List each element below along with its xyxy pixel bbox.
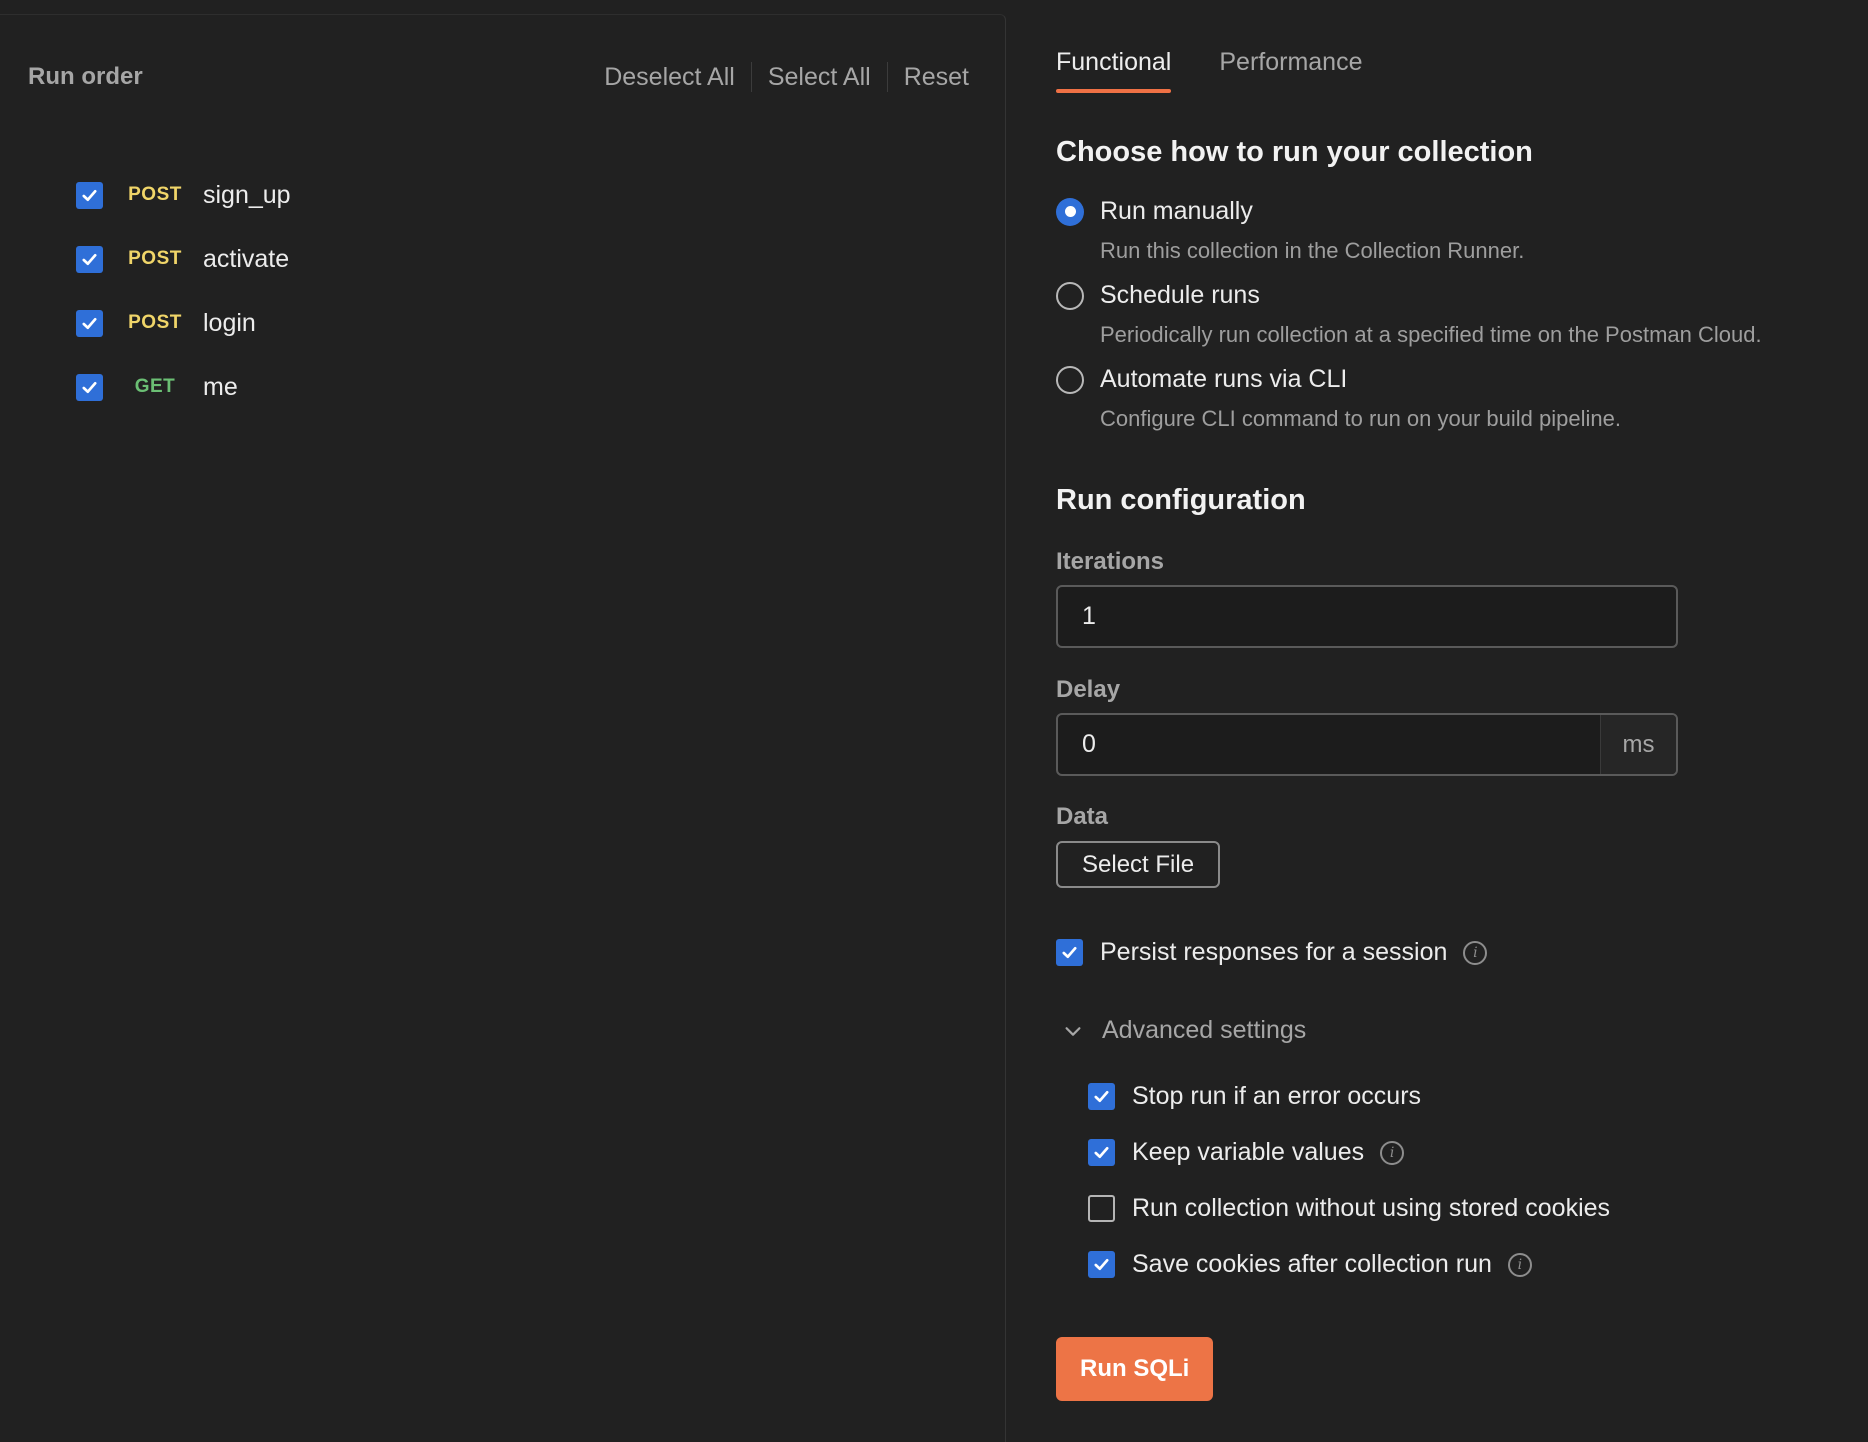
checkmark-icon: [82, 189, 97, 201]
iterations-input[interactable]: [1058, 587, 1676, 646]
info-icon[interactable]: i: [1507, 1252, 1532, 1277]
option-label: Automate runs via CLI: [1100, 365, 1348, 393]
keep-variable-values-option[interactable]: Keep variable values i: [1088, 1138, 1405, 1167]
run-order-actions: Deselect All Select All Reset: [588, 62, 969, 92]
run-order-header: Run order Deselect All Select All Reset: [28, 57, 969, 97]
stop-on-error-label: Stop run if an error occurs: [1132, 1082, 1422, 1110]
keep-variable-values-checkbox[interactable]: [1088, 1139, 1115, 1166]
option-label: Run manually: [1100, 197, 1253, 225]
request-checkbox[interactable]: [76, 309, 103, 337]
run-order-title: Run order: [28, 63, 143, 90]
keep-variable-values-label: Keep variable values: [1132, 1138, 1365, 1166]
checkmark-icon: [1094, 1258, 1109, 1271]
select-all-button[interactable]: Select All: [752, 62, 888, 92]
stop-on-error-checkbox[interactable]: [1088, 1083, 1115, 1110]
checkmark-icon: [1094, 1090, 1109, 1103]
delay-input[interactable]: [1058, 715, 1600, 774]
request-name: me: [203, 372, 238, 401]
run-settings-panel: Functional Performance Choose how to run…: [1056, 0, 1856, 1442]
select-file-button[interactable]: Select File: [1056, 841, 1221, 888]
info-icon[interactable]: i: [1380, 1140, 1405, 1165]
option-run-manually[interactable]: Run manually Run this collection in the …: [1056, 197, 1524, 264]
option-schedule-runs[interactable]: Schedule runs Periodically run collectio…: [1056, 281, 1762, 348]
option-description: Configure CLI command to run on your bui…: [1100, 406, 1621, 431]
tab-performance[interactable]: Performance: [1219, 48, 1362, 93]
request-checkbox[interactable]: [76, 245, 103, 273]
option-description: Periodically run collection at a specifi…: [1100, 322, 1762, 347]
option-description: Run this collection in the Collection Ru…: [1100, 238, 1525, 263]
advanced-settings-label: Advanced settings: [1102, 1016, 1307, 1044]
run-mode-tabs: Functional Performance: [1056, 48, 1410, 93]
run-button[interactable]: Run SQLi: [1056, 1337, 1214, 1401]
delay-unit: ms: [1600, 715, 1676, 774]
request-item-login[interactable]: POST login: [76, 291, 291, 355]
request-checkbox[interactable]: [76, 181, 103, 209]
checkmark-icon: [82, 317, 97, 329]
no-stored-cookies-label: Run collection without using stored cook…: [1132, 1194, 1611, 1222]
method-badge: POST: [128, 312, 182, 333]
method-badge: POST: [128, 248, 182, 269]
radio-button[interactable]: [1056, 365, 1084, 394]
save-cookies-option[interactable]: Save cookies after collection run i: [1088, 1250, 1532, 1279]
run-configuration-title: Run configuration: [1056, 484, 1306, 516]
option-automate-cli[interactable]: Automate runs via CLI Configure CLI comm…: [1056, 365, 1621, 432]
delay-label: Delay: [1056, 676, 1121, 703]
advanced-settings-toggle[interactable]: Advanced settings: [1062, 1016, 1306, 1045]
checkmark-icon: [1062, 946, 1077, 959]
chevron-down-icon: [1065, 1026, 1081, 1036]
request-item-sign-up[interactable]: POST sign_up: [76, 163, 291, 227]
request-item-me[interactable]: GET me: [76, 355, 291, 419]
data-label: Data: [1056, 803, 1109, 830]
request-list: POST sign_up POST activate POST login GE…: [76, 163, 291, 419]
radio-button[interactable]: [1056, 197, 1084, 226]
stop-on-error-option[interactable]: Stop run if an error occurs: [1088, 1082, 1421, 1111]
deselect-all-button[interactable]: Deselect All: [588, 62, 752, 92]
persist-responses-option[interactable]: Persist responses for a session i: [1056, 938, 1488, 967]
method-badge: GET: [134, 376, 176, 397]
request-item-activate[interactable]: POST activate: [76, 227, 291, 291]
checkmark-icon: [82, 253, 97, 265]
save-cookies-checkbox[interactable]: [1088, 1251, 1115, 1278]
persist-responses-checkbox[interactable]: [1056, 939, 1083, 966]
request-name: login: [203, 308, 256, 337]
option-label: Schedule runs: [1100, 281, 1260, 309]
checkmark-icon: [82, 381, 97, 393]
method-badge: POST: [128, 184, 182, 205]
reset-button[interactable]: Reset: [888, 62, 969, 92]
info-icon[interactable]: i: [1463, 940, 1488, 965]
no-stored-cookies-option[interactable]: Run collection without using stored cook…: [1088, 1194, 1610, 1223]
iterations-label: Iterations: [1056, 548, 1165, 575]
request-checkbox[interactable]: [76, 373, 103, 401]
delay-field: ms: [1056, 713, 1678, 776]
iterations-field: [1056, 585, 1678, 648]
persist-responses-label: Persist responses for a session: [1100, 938, 1448, 966]
run-order-panel: Run order Deselect All Select All Reset …: [0, 14, 1006, 1442]
tab-functional[interactable]: Functional: [1056, 48, 1172, 93]
checkmark-icon: [1094, 1146, 1109, 1159]
request-name: sign_up: [203, 180, 291, 209]
request-name: activate: [203, 244, 290, 273]
no-stored-cookies-checkbox[interactable]: [1088, 1195, 1115, 1222]
save-cookies-label: Save cookies after collection run: [1132, 1250, 1492, 1278]
how-to-run-title: Choose how to run your collection: [1056, 136, 1533, 168]
radio-button[interactable]: [1056, 281, 1084, 310]
